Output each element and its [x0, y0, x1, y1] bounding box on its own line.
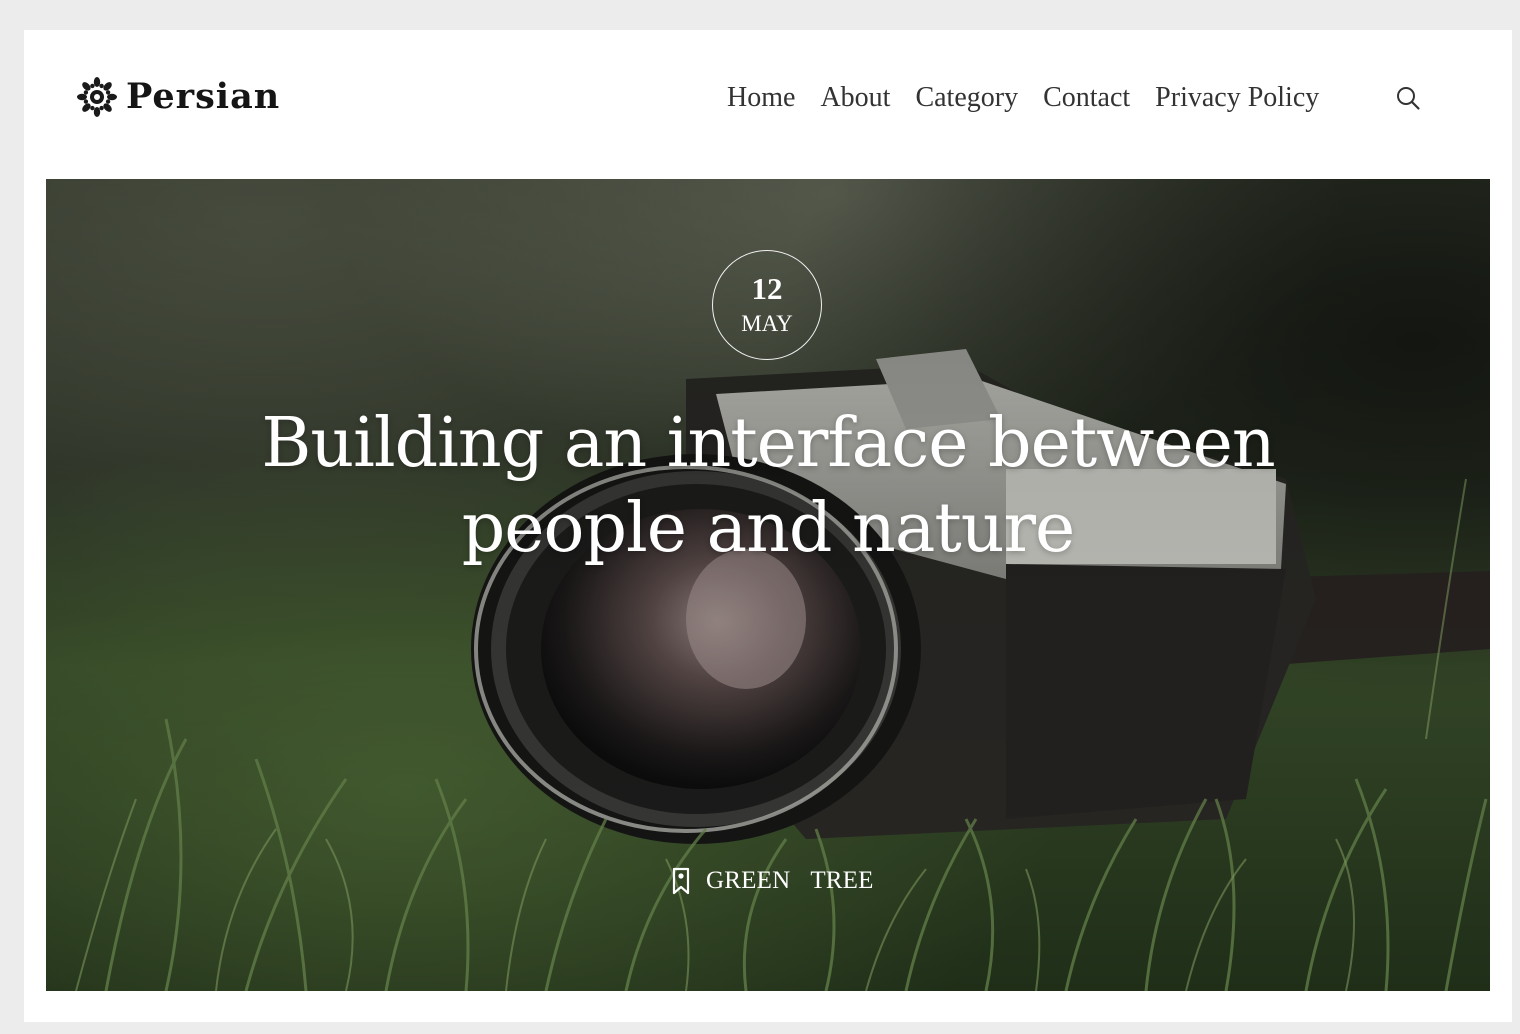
tag-tree[interactable]: TREE — [810, 861, 873, 901]
nav-item-category[interactable]: Category — [915, 78, 1018, 118]
post-tags: GREEN TREE — [672, 861, 874, 901]
date-day: 12 — [751, 271, 783, 306]
search-icon — [1397, 87, 1420, 110]
bookmark-icon — [672, 867, 690, 895]
site-logo[interactable]: Persian — [76, 74, 280, 120]
post-date-badge: 12 MAY — [712, 250, 822, 360]
search-button[interactable] — [1392, 82, 1424, 114]
page-card: Persian Home About Category Contact Priv… — [24, 30, 1512, 1022]
hero-banner[interactable]: 12 MAY Building an interface between peo… — [46, 179, 1490, 991]
nav-item-privacy-policy[interactable]: Privacy Policy — [1155, 78, 1319, 118]
post-title[interactable]: Building an interface between people and… — [196, 401, 1340, 571]
nav-item-contact[interactable]: Contact — [1043, 78, 1130, 118]
nav-item-about[interactable]: About — [820, 78, 890, 118]
nav-item-home[interactable]: Home — [727, 78, 795, 118]
tag-green[interactable]: GREEN — [706, 861, 790, 901]
main-nav: Home About Category Contact Privacy Poli… — [727, 78, 1319, 118]
brand-name: Persian — [126, 76, 281, 117]
date-month: MAY — [741, 311, 793, 336]
sunburst-logo-icon — [77, 77, 117, 117]
